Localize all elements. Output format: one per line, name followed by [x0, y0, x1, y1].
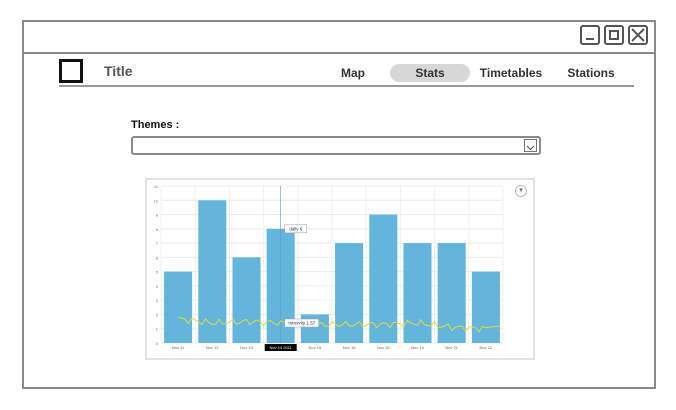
y-tick-label: 7	[156, 241, 159, 246]
tooltip-text: dally 6	[289, 226, 303, 231]
chart-bar	[164, 271, 193, 343]
stats-chart: 0 1 2 3 4 5 6 7 8 9 10 11 Nov 11 Nov 12 Nov 13 Nov 14 2…	[145, 178, 535, 360]
x-tick-label: Nov 19	[411, 345, 424, 350]
maximize-icon[interactable]	[604, 25, 624, 45]
stats-chart-svg: 0 1 2 3 4 5 6 7 8 9 10 11 Nov 11 Nov 12 Nov 13 Nov 14 2…	[154, 184, 504, 351]
x-tick-label: Nov 14 2011	[270, 345, 293, 350]
x-tick-label: Nov 21	[445, 345, 458, 350]
tooltip-text: transvity 1.57	[288, 321, 315, 326]
y-tick-label: 10	[154, 198, 159, 203]
y-tick-label: 1	[156, 327, 159, 332]
app-title: Title	[104, 63, 133, 79]
y-tick-label: 8	[156, 227, 159, 232]
chart-menu-icon[interactable]: ▾	[515, 185, 527, 197]
nav-tab-stats[interactable]: Stats	[390, 64, 470, 82]
chart-bar	[437, 243, 466, 343]
chevron-down-icon[interactable]	[524, 139, 537, 152]
chart-bar	[198, 200, 227, 343]
close-icon[interactable]	[628, 25, 648, 45]
y-tick-label: 9	[156, 213, 159, 218]
y-tick-label: 6	[156, 255, 159, 260]
y-tick-label: 11	[154, 184, 159, 189]
nav-tab-timetables[interactable]: Timetables	[477, 64, 545, 82]
app-window: Title Map Stats Timetables Stations Them…	[22, 20, 656, 389]
window-titlebar	[24, 22, 654, 54]
x-tick-label: Nov 22	[480, 345, 493, 350]
x-tick-label: Nov 15	[309, 345, 322, 350]
x-tick-label: Nov 11	[172, 345, 185, 350]
chart-bar	[232, 257, 261, 343]
nav-tab-stations[interactable]: Stations	[564, 64, 618, 82]
x-tick-label: Nov 16	[343, 345, 356, 350]
y-tick-label: 5	[156, 270, 159, 275]
y-tick-label: 0	[156, 341, 159, 346]
app-logo	[59, 59, 83, 83]
x-tick-label: Nov 18	[377, 345, 390, 350]
themes-select[interactable]	[131, 136, 541, 155]
chart-bar	[471, 271, 500, 343]
x-tick-label: Nov 13	[240, 345, 253, 350]
chart-bar	[335, 243, 364, 343]
minimize-icon[interactable]	[580, 25, 600, 45]
header-divider	[59, 85, 634, 87]
y-tick-label: 2	[156, 312, 159, 317]
y-tick-label: 4	[156, 284, 159, 289]
nav-tab-map[interactable]: Map	[333, 64, 373, 82]
y-tick-label: 3	[156, 298, 159, 303]
themes-label: Themes :	[131, 119, 180, 131]
chart-bar	[403, 243, 432, 343]
chart-bar	[300, 314, 329, 343]
x-tick-label: Nov 12	[206, 345, 219, 350]
